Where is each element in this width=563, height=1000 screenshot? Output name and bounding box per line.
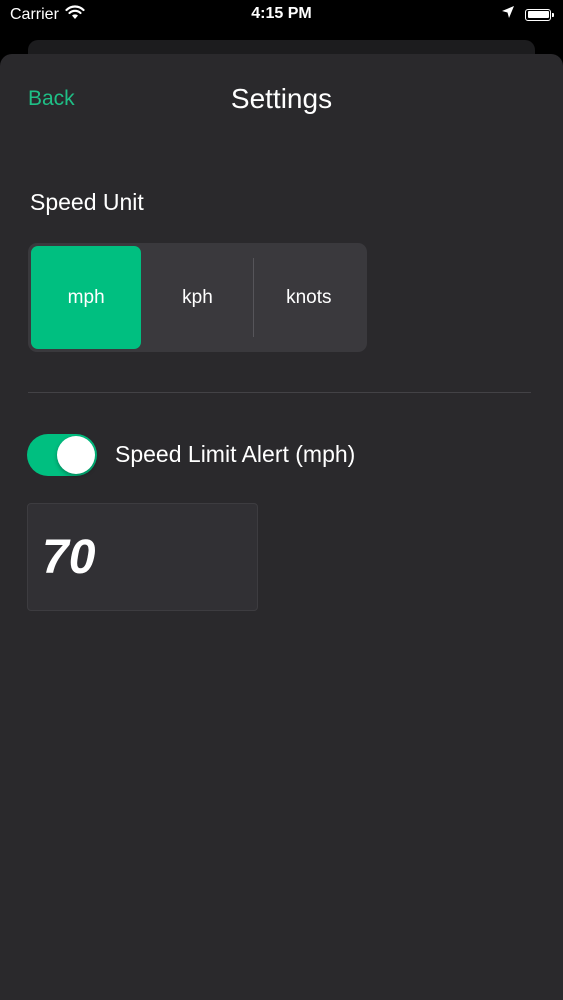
battery-icon [525,8,554,21]
settings-sheet: Back Settings Speed Unit mph kph knots S… [0,54,563,1000]
screen: Carrier 4:15 PM Back Settings Speed Unit… [0,0,563,1000]
status-right-group [501,5,554,24]
segment-knots[interactable]: knots [254,246,364,349]
speed-limit-input[interactable]: 70 [27,503,258,611]
status-bar: Carrier 4:15 PM [0,0,563,30]
speed-limit-alert-toggle[interactable] [27,434,97,476]
battery-fill [527,11,549,18]
toggle-knob [57,436,95,474]
status-time: 4:15 PM [251,5,312,22]
speed-unit-segmented-control: mph kph knots [28,243,367,352]
segment-kph[interactable]: kph [142,246,252,349]
section-separator [28,392,531,393]
segment-mph[interactable]: mph [31,246,142,349]
speed-unit-label: Speed Unit [30,189,144,215]
page-title: Settings [230,83,333,114]
speed-limit-alert-label: Speed Limit Alert (mph) [115,441,356,467]
location-arrow-icon [501,5,515,24]
